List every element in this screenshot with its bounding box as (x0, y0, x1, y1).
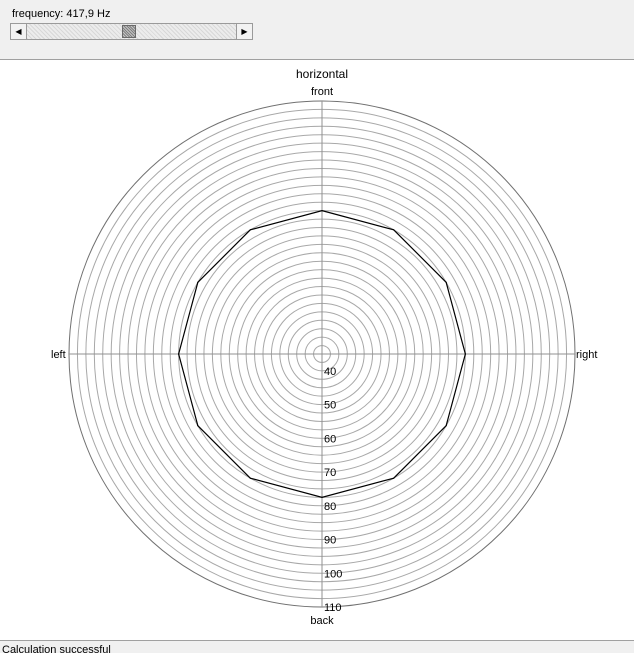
series-point (321, 210, 323, 212)
series-point (249, 477, 251, 479)
series-point (393, 229, 395, 231)
radial-tick-label: 110 (324, 602, 342, 614)
series-point (321, 496, 323, 498)
series-point (178, 353, 180, 355)
direction-label-left: left (51, 349, 66, 361)
scroll-right-button[interactable]: ▶ (236, 24, 252, 39)
chart-title: horizontal (296, 67, 348, 81)
frequency-slider[interactable]: ◀ ▶ (10, 23, 253, 40)
direction-label-right: right (576, 349, 597, 361)
arrow-left-icon: ◀ (15, 27, 22, 36)
radial-tick-label: 70 (324, 467, 336, 479)
direction-label-front: front (311, 86, 333, 98)
radial-tick-label: 90 (324, 535, 336, 547)
status-text: Calculation successful (2, 644, 111, 653)
arrow-right-icon: ▶ (241, 27, 248, 36)
radial-tick-label: 60 (324, 433, 336, 445)
status-bar: Calculation successful (0, 640, 634, 653)
controls-panel: frequency: 417,9 Hz ◀ ▶ (0, 0, 634, 60)
radial-tick-labels: 40 50 60 70 80 90 100 110 (324, 366, 342, 614)
series-point (393, 477, 395, 479)
slider-thumb[interactable] (122, 25, 137, 38)
series-point (445, 425, 447, 427)
grid-axes (69, 101, 575, 607)
series-point (464, 353, 466, 355)
direction-label-back: back (310, 615, 334, 627)
series-point (197, 281, 199, 283)
radial-tick-label: 40 (324, 366, 336, 378)
scroll-left-button[interactable]: ◀ (11, 24, 27, 39)
radial-tick-label: 50 (324, 400, 336, 412)
frequency-label: frequency: 417,9 Hz (12, 8, 111, 20)
radial-tick-label: 100 (324, 568, 342, 580)
radial-tick-label: 80 (324, 501, 336, 513)
series-point (445, 281, 447, 283)
slider-track[interactable] (27, 24, 236, 39)
series-point (197, 425, 199, 427)
polar-chart-area: horizontal 40 50 60 70 80 90 100 110 front back… (0, 61, 634, 639)
polar-chart: horizontal 40 50 60 70 80 90 100 110 front back… (51, 67, 597, 627)
series-point (249, 229, 251, 231)
